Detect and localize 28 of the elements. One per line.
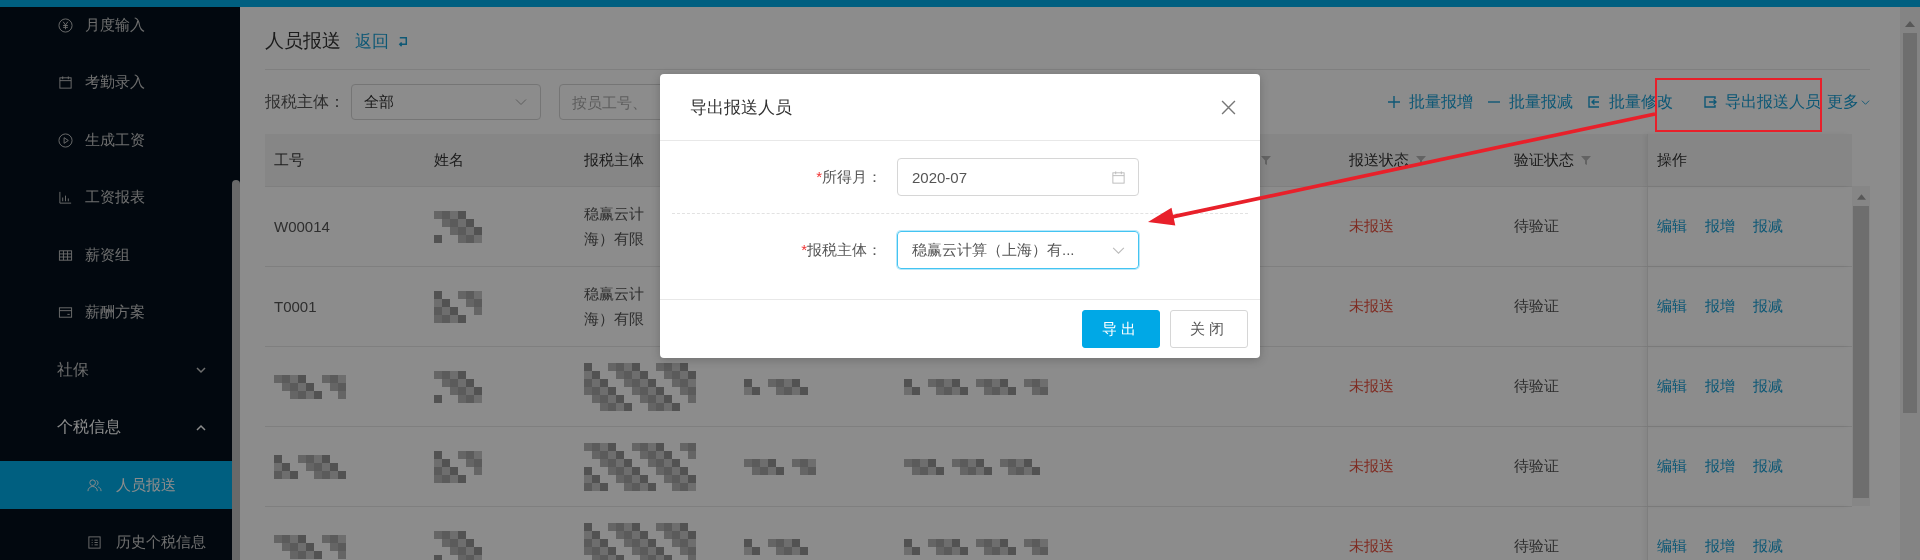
header-label: 姓名 [434,150,464,170]
header-label: 验证状态 [1514,150,1574,170]
status-text: 未报送 [1349,377,1394,396]
table-cell: 稳赢云计 [584,204,644,224]
table-cell: 待验证 [1514,377,1559,396]
page-title: 人员报送 [265,29,341,53]
dialog-title: 导出报送人员 [690,96,792,119]
status-text: 未报送 [1349,217,1394,236]
header-label: 报税主体 [584,150,644,170]
table-cell: 待验证 [1514,457,1559,476]
table-cell: 稳赢云计 [584,284,644,304]
status-text: 未报送 [1349,297,1394,316]
table-cell: 海）有限 [584,309,644,329]
required-mark: * [816,167,822,185]
header-label: 工号 [274,150,304,170]
status-text: 未报送 [1349,537,1394,556]
table-cell: 待验证 [1514,297,1559,316]
table-cell: 待验证 [1514,217,1559,236]
status-text: 未报送 [1349,457,1394,476]
filter-label: 报税主体： [265,91,345,112]
table-cell: 待验证 [1514,537,1559,556]
table-cell: T0001 [274,298,317,315]
table-cell: 海）有限 [584,229,644,249]
header-label: 操作 [1657,150,1687,170]
required-mark: * [801,240,807,258]
field-label: 报税主体： [807,240,882,258]
field-label: 所得月： [822,167,882,185]
table-cell: W00014 [274,218,330,235]
